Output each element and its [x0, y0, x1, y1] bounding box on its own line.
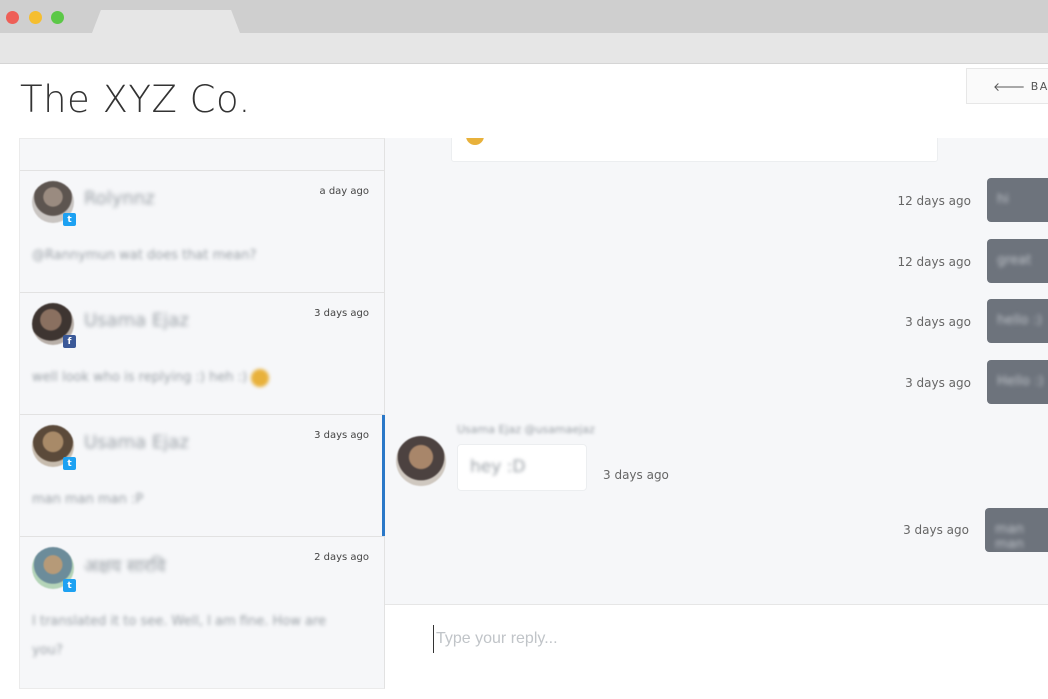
- incoming-message: hey :D: [457, 444, 587, 491]
- avatar: [396, 436, 446, 486]
- minimize-window-icon[interactable]: [29, 11, 42, 24]
- message-time: 3 days ago: [905, 315, 971, 329]
- emoji-icon: [466, 138, 484, 145]
- browser-tab-bar: [0, 0, 1048, 33]
- back-button[interactable]: 🡐 BACK: [966, 68, 1048, 104]
- conversation-item[interactable]: t Rolynnz a day ago @Rannymun wat does t…: [20, 171, 384, 293]
- outgoing-message: man man: [985, 508, 1048, 552]
- outgoing-message: hello :): [987, 299, 1048, 343]
- conversation-time: a day ago: [319, 186, 369, 197]
- facebook-icon: f: [63, 335, 76, 348]
- browser-toolbar: [0, 33, 1048, 64]
- close-window-icon[interactable]: [6, 11, 19, 24]
- twitter-icon: t: [63, 579, 76, 592]
- conversation-item-active[interactable]: t Usama Ejaz 3 days ago man man man :P: [20, 415, 385, 537]
- conversation-list: t Rolynnz a day ago @Rannymun wat does t…: [19, 138, 385, 689]
- reply-input[interactable]: [433, 625, 993, 653]
- sender-name: Usama Ejaz @usamaejaz: [457, 423, 595, 436]
- message-time: 12 days ago: [897, 255, 971, 269]
- back-label: BACK: [1030, 79, 1048, 93]
- conversation-list-header: [20, 139, 384, 171]
- message-card: [451, 138, 938, 162]
- browser-tab[interactable]: [92, 10, 240, 33]
- conversation-name: Usama Ejaz: [84, 310, 189, 331]
- conversation-name: अक्षय सारवि: [84, 556, 166, 577]
- twitter-icon: t: [63, 457, 76, 470]
- message-thread: 12 days ago hi 12 days ago great 3 days …: [385, 138, 1048, 604]
- message-time: 3 days ago: [903, 523, 969, 537]
- maximize-window-icon[interactable]: [51, 11, 64, 24]
- conversation-item[interactable]: t अक्षय सारवि 2 days ago I translated it…: [20, 537, 384, 659]
- reply-area: [385, 604, 1048, 688]
- message-time: 12 days ago: [897, 194, 971, 208]
- conversation-preview: well look who is replying :) heh :): [32, 363, 352, 392]
- conversation-name: Usama Ejaz: [84, 432, 189, 453]
- arrow-left-icon: 🡐: [993, 79, 1027, 94]
- outgoing-message: great: [987, 239, 1048, 283]
- conversation-preview: man man man :P: [32, 492, 144, 507]
- conversation-time: 2 days ago: [314, 552, 369, 563]
- outgoing-message: hi: [987, 178, 1048, 222]
- twitter-icon: t: [63, 213, 76, 226]
- conversation-preview: @Rannymun wat does that mean?: [32, 248, 257, 263]
- conversation-item[interactable]: f Usama Ejaz 3 days ago well look who is…: [20, 293, 384, 415]
- browser-chrome: [0, 0, 1048, 64]
- message-time: 3 days ago: [905, 376, 971, 390]
- message-time: 3 days ago: [603, 468, 669, 482]
- conversation-time: 3 days ago: [314, 308, 369, 319]
- page-title: The XYZ Co.: [20, 78, 251, 121]
- emoji-icon: [251, 368, 270, 387]
- outgoing-message: Hello :): [987, 360, 1048, 404]
- conversation-name: Rolynnz: [84, 188, 155, 209]
- conversation-preview: I translated it to see. Well, I am fine.…: [32, 614, 327, 658]
- conversation-time: 3 days ago: [314, 430, 369, 441]
